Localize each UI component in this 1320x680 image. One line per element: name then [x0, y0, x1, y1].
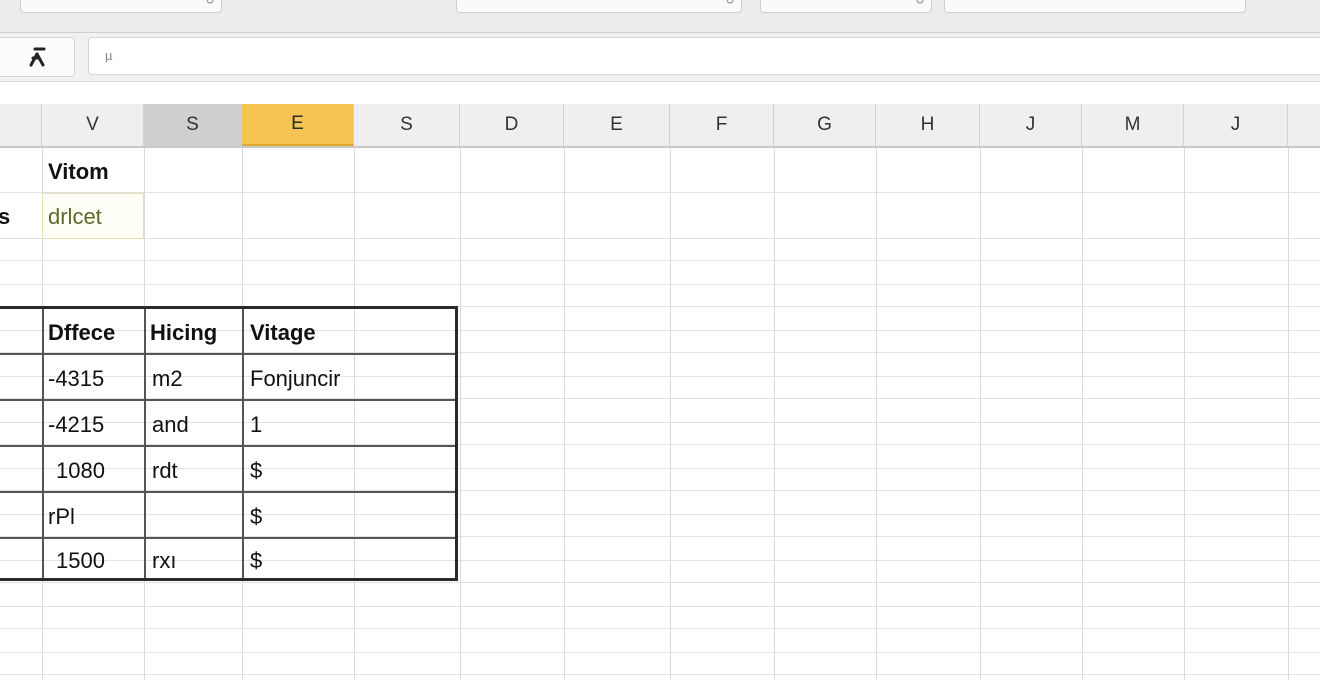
column-header[interactable]: H	[876, 104, 980, 146]
cell-vitom[interactable]: Vitom	[48, 149, 109, 195]
chevron-down-icon	[206, 0, 214, 4]
column-header-selected[interactable]: E	[242, 104, 354, 146]
chevron-down-icon	[916, 0, 924, 4]
toolbar-select-4[interactable]	[944, 0, 1246, 13]
table-cell[interactable]: m2	[152, 356, 183, 402]
cell-drlcet[interactable]: drlcet	[48, 194, 102, 240]
column-header[interactable]: S	[144, 104, 242, 146]
column-header[interactable]: G	[774, 104, 876, 146]
toolbar	[0, 0, 1320, 33]
column-header-row: V S E S D E F G H J M J	[0, 104, 1320, 148]
formula-input[interactable]: µ	[88, 37, 1320, 75]
function-icon	[29, 47, 46, 67]
column-header[interactable]: J	[1184, 104, 1288, 146]
table-header-cell[interactable]: Hicing	[150, 310, 217, 356]
toolbar-select-2[interactable]	[456, 0, 742, 13]
table-header-cell[interactable]: Dffece	[48, 310, 115, 356]
table-cell[interactable]: 1	[250, 402, 262, 448]
column-header[interactable]: S	[354, 104, 460, 146]
table-cell[interactable]: -4315	[48, 356, 104, 402]
column-header[interactable]: J	[980, 104, 1082, 146]
table-cell[interactable]: 1080	[56, 448, 105, 494]
table-cell[interactable]: 1500	[56, 538, 105, 584]
table-cell[interactable]: $	[250, 494, 262, 540]
chevron-down-icon	[726, 0, 734, 4]
formula-bar: µ	[0, 33, 1320, 82]
table-header-cell[interactable]: Vitage	[250, 310, 316, 356]
insert-function-button[interactable]	[0, 37, 75, 77]
table-cell[interactable]: rPl	[48, 494, 75, 540]
table-cell[interactable]: $	[250, 538, 262, 584]
table-cell[interactable]: and	[152, 402, 189, 448]
cell-s[interactable]: s	[0, 194, 10, 240]
column-header[interactable]: M	[1082, 104, 1184, 146]
column-header[interactable]	[1288, 104, 1320, 146]
table-cell[interactable]: Fonjuncir	[250, 356, 340, 402]
table-cell[interactable]: rxı	[152, 538, 176, 584]
column-header[interactable]: F	[670, 104, 774, 146]
row-header-corner[interactable]	[0, 104, 42, 146]
table-cell[interactable]: $	[250, 448, 262, 494]
column-header[interactable]: D	[460, 104, 564, 146]
toolbar-select-3[interactable]	[760, 0, 932, 13]
table-cell[interactable]: rdt	[152, 448, 178, 494]
column-header[interactable]: V	[42, 104, 144, 146]
toolbar-select-1[interactable]	[20, 0, 222, 13]
column-header[interactable]: E	[564, 104, 670, 146]
table-cell[interactable]: -4215	[48, 402, 104, 448]
